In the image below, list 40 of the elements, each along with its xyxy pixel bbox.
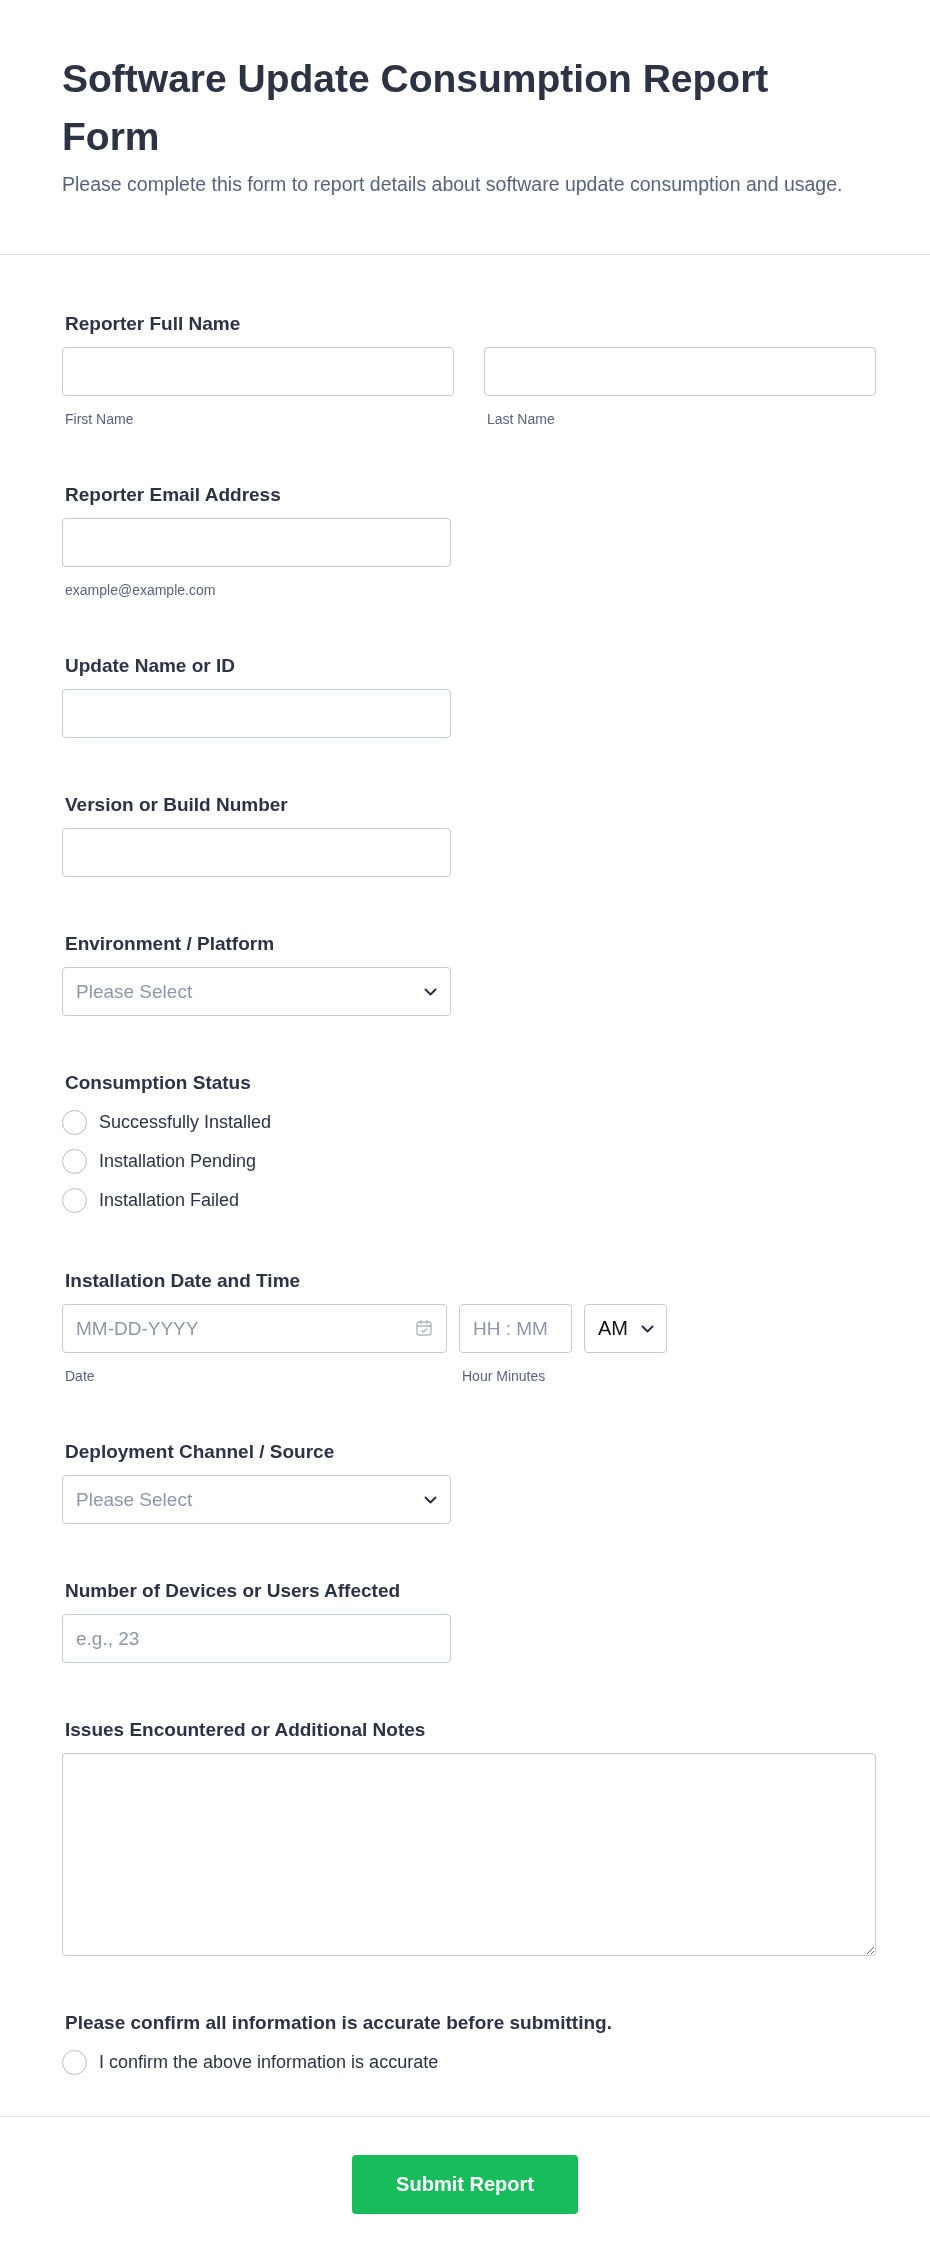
radio-button[interactable]	[62, 1109, 87, 1135]
field-label: Environment / Platform	[65, 932, 276, 956]
field-label: Update Name or ID	[65, 654, 236, 678]
field-label: Issues Encountered or Additional Notes	[65, 1718, 427, 1742]
field-sublabel: Date	[65, 1367, 96, 1385]
field-sublabel: example@example.com	[65, 581, 217, 599]
date-field[interactable]: MM-DD-YYYY	[62, 1304, 447, 1353]
field-sublabel: Last Name	[487, 410, 556, 428]
radio-option[interactable]: Successfully Installed	[62, 1108, 876, 1136]
field-label: Version or Build Number	[65, 793, 289, 817]
text-field[interactable]	[62, 828, 451, 877]
radio-option[interactable]: Installation Failed	[62, 1186, 876, 1214]
text-field[interactable]	[62, 347, 454, 396]
radio-button[interactable]	[62, 1187, 87, 1213]
ampm-dropdown[interactable]: AM	[584, 1304, 667, 1353]
chevron-down-icon	[424, 987, 437, 996]
field-sublabel: First Name	[65, 410, 135, 428]
field-label: Number of Devices or Users Affected	[65, 1579, 402, 1603]
form-title: Software Update Consumption Report Form	[62, 56, 770, 160]
radio-button[interactable]	[62, 2049, 87, 2075]
field-label: Deployment Channel / Source	[65, 1440, 336, 1464]
time-field[interactable]: HH : MM	[459, 1304, 572, 1353]
chevron-down-icon	[424, 1495, 437, 1504]
field-sublabel: Hour Minutes	[462, 1367, 547, 1385]
notes-field[interactable]	[62, 1753, 876, 1956]
calendar-icon	[415, 1319, 433, 1337]
chevron-down-icon	[641, 1324, 654, 1333]
text-field[interactable]	[484, 347, 876, 396]
radio-button[interactable]	[62, 1148, 87, 1174]
text-field[interactable]	[62, 689, 451, 738]
form-description: Please complete this form to report details about software update consumption and usage.	[62, 172, 844, 197]
text-field[interactable]	[62, 518, 451, 567]
field-label: Installation Date and Time	[65, 1269, 302, 1293]
text-field[interactable]: e.g., 23	[62, 1614, 451, 1663]
field-label: Reporter Full Name	[65, 312, 242, 336]
field-label: Please confirm all information is accurate before submitting.	[65, 2011, 613, 2035]
field-label: Consumption Status	[65, 1071, 252, 1095]
radio-option[interactable]: I confirm the above information is accurate	[62, 2048, 876, 2076]
radio-option[interactable]: Installation Pending	[62, 1147, 876, 1175]
field-label: Reporter Email Address	[65, 483, 282, 507]
